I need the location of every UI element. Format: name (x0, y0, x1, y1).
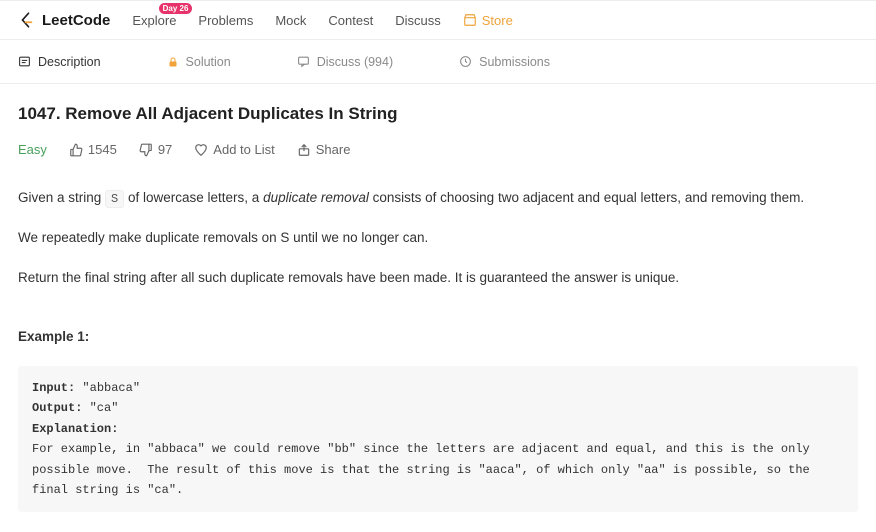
nav-contest[interactable]: Contest (328, 13, 373, 28)
problem-meta: Easy 1545 97 Add to List Share (18, 142, 858, 157)
tab-description-label: Description (38, 55, 101, 69)
problem-title: 1047. Remove All Adjacent Duplicates In … (18, 104, 858, 124)
add-to-list-label: Add to List (213, 142, 274, 157)
nav-mock[interactable]: Mock (275, 13, 306, 28)
example-block: Input: "abbaca" Output: "ca" Explanation… (18, 366, 858, 512)
like-count: 1545 (88, 142, 117, 157)
desc-paragraph-1: Given a string S of lowercase letters, a… (18, 187, 858, 209)
day-badge: Day 26 (159, 3, 193, 14)
tab-description[interactable]: Description (18, 40, 101, 83)
description-icon (18, 55, 31, 68)
top-nav: LeetCode Explore Day 26 Problems Mock Co… (0, 0, 876, 40)
add-to-list-button[interactable]: Add to List (194, 142, 274, 157)
dislike-count: 97 (158, 142, 172, 157)
submissions-icon (459, 55, 472, 68)
problem-tabs: Description Solution Discuss (994) Submi… (0, 40, 876, 84)
nav-store[interactable]: Store (463, 13, 513, 28)
nav-explore[interactable]: Explore Day 26 (132, 13, 176, 28)
thumbs-up-icon (69, 143, 83, 157)
store-icon (463, 13, 477, 27)
example-label: Example 1: (18, 326, 858, 348)
logo[interactable]: LeetCode (18, 11, 110, 29)
tab-discuss-label: Discuss (994) (317, 55, 393, 69)
tab-discuss[interactable]: Discuss (994) (297, 40, 393, 83)
code-inline: S (105, 190, 124, 208)
lock-icon (167, 56, 179, 68)
nav-problems[interactable]: Problems (198, 13, 253, 28)
share-button[interactable]: Share (297, 142, 351, 157)
desc-paragraph-3: Return the final string after all such d… (18, 267, 858, 289)
leetcode-icon (18, 11, 36, 29)
logo-text: LeetCode (42, 12, 110, 29)
thumbs-down-icon (139, 143, 153, 157)
dislike-button[interactable]: 97 (139, 142, 172, 157)
tab-submissions-label: Submissions (479, 55, 550, 69)
discuss-icon (297, 55, 310, 68)
share-icon (297, 143, 311, 157)
share-label: Share (316, 142, 351, 157)
desc-paragraph-2: We repeatedly make duplicate removals on… (18, 227, 858, 249)
nav-explore-label: Explore (132, 13, 176, 28)
difficulty-badge: Easy (18, 142, 47, 157)
tab-solution[interactable]: Solution (167, 40, 231, 83)
problem-description: Given a string S of lowercase letters, a… (18, 187, 858, 512)
like-button[interactable]: 1545 (69, 142, 117, 157)
tab-solution-label: Solution (186, 55, 231, 69)
content: 1047. Remove All Adjacent Duplicates In … (0, 84, 876, 532)
nav-discuss[interactable]: Discuss (395, 13, 441, 28)
heart-icon (194, 143, 208, 157)
tab-submissions[interactable]: Submissions (459, 40, 550, 83)
nav-store-label: Store (482, 13, 513, 28)
